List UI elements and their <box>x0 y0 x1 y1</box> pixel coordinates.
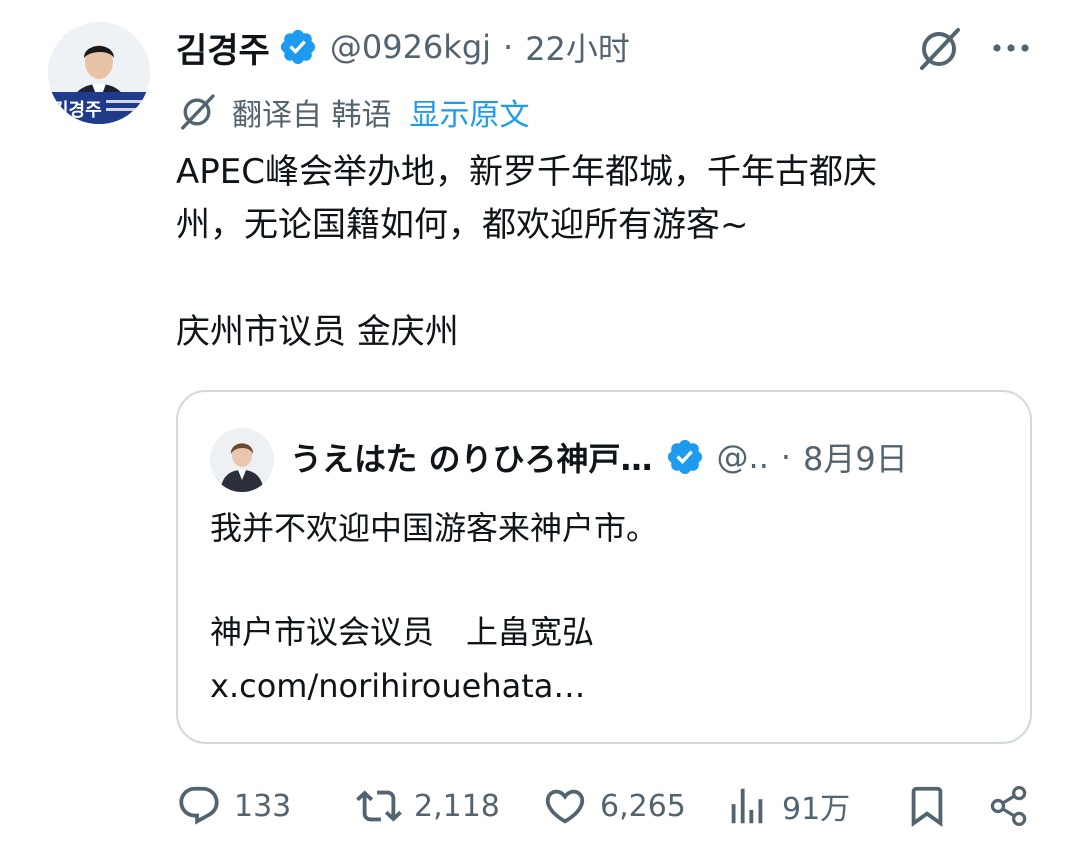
views-count: 91万 <box>782 792 851 827</box>
verified-badge-icon[interactable] <box>665 437 705 477</box>
quoted-tweet-link[interactable]: x.com/norihirouehata… <box>210 660 585 712</box>
quoted-author-display-name[interactable]: うえはた のりひろ神戸… <box>290 434 653 480</box>
quoted-author-row: うえはた のりひろ神戸… @.. · 8月9日 <box>290 432 908 482</box>
meta-separator: · <box>780 438 792 476</box>
reply-count: 133 <box>234 788 292 824</box>
bookmark-button[interactable] <box>904 778 950 834</box>
author-avatar[interactable]: 김경주 <box>48 22 150 124</box>
translated-from-label: 翻译自 韩语 <box>232 98 392 133</box>
share-button[interactable] <box>986 778 1032 834</box>
tweet-time[interactable]: 22小时 <box>525 24 630 70</box>
repost-icon <box>356 790 402 822</box>
reply-button[interactable]: 133 <box>176 778 291 834</box>
quoted-avatar-photo <box>210 428 274 492</box>
like-icon <box>545 789 585 824</box>
share-icon <box>990 785 1027 827</box>
views-button[interactable]: 91万 <box>724 778 850 834</box>
action-bar: 133 2,118 6,265 91万 <box>176 778 1036 834</box>
meta-separator: · <box>503 28 514 66</box>
reply-icon <box>179 786 219 825</box>
quoted-tweet-signature: 神户市议会议员 上畠宽弘 <box>210 613 595 651</box>
repost-button[interactable]: 2,118 <box>356 778 500 834</box>
tweet-text-line: APEC峰会举办地，新罗千年都城，千年古都庆 <box>176 152 877 192</box>
avatar-banner-line <box>106 100 142 103</box>
avatar-banner-line <box>106 108 136 111</box>
show-original-link[interactable]: 显示原文 <box>410 90 530 134</box>
verified-badge-icon[interactable] <box>278 27 318 67</box>
repost-count: 2,118 <box>414 788 500 824</box>
translation-row: 翻译自 韩语 显示原文 <box>176 88 530 136</box>
quoted-author-handle[interactable]: @.. <box>717 438 769 476</box>
like-count: 6,265 <box>600 788 686 824</box>
bookmark-icon <box>911 786 943 827</box>
quoted-tweet-card[interactable]: うえはた のりひろ神戸… @.. · 8月9日 我并不欢迎中国游客来神户市。 神… <box>176 390 1032 744</box>
tweet-text: APEC峰会举办地，新罗千年都城，千年古都庆 州，无论国籍如何，都欢迎所有游客~ <box>176 146 1036 252</box>
author-display-name[interactable]: 김경주 <box>176 23 270 72</box>
views-icon <box>731 788 763 824</box>
quoted-author-avatar[interactable] <box>210 428 274 492</box>
avatar-banner-name: 김경주 <box>52 100 102 121</box>
quoted-tweet-text: 我并不欢迎中国游客来神户市。 <box>210 509 659 547</box>
tweet-text-line: 州，无论国籍如何，都欢迎所有游客~ <box>176 205 749 245</box>
quoted-tweet-date[interactable]: 8月9日 <box>803 434 908 480</box>
tweet-signature: 庆州市议员 金庆州 <box>176 312 459 352</box>
grok-icon[interactable] <box>914 24 964 74</box>
more-icon[interactable] <box>986 28 1036 68</box>
translate-icon <box>181 94 215 130</box>
author-handle[interactable]: @0926kgj <box>330 28 491 66</box>
author-row: 김경주 @0926kgj · 22小时 <box>176 22 630 72</box>
like-button[interactable]: 6,265 <box>542 778 686 834</box>
